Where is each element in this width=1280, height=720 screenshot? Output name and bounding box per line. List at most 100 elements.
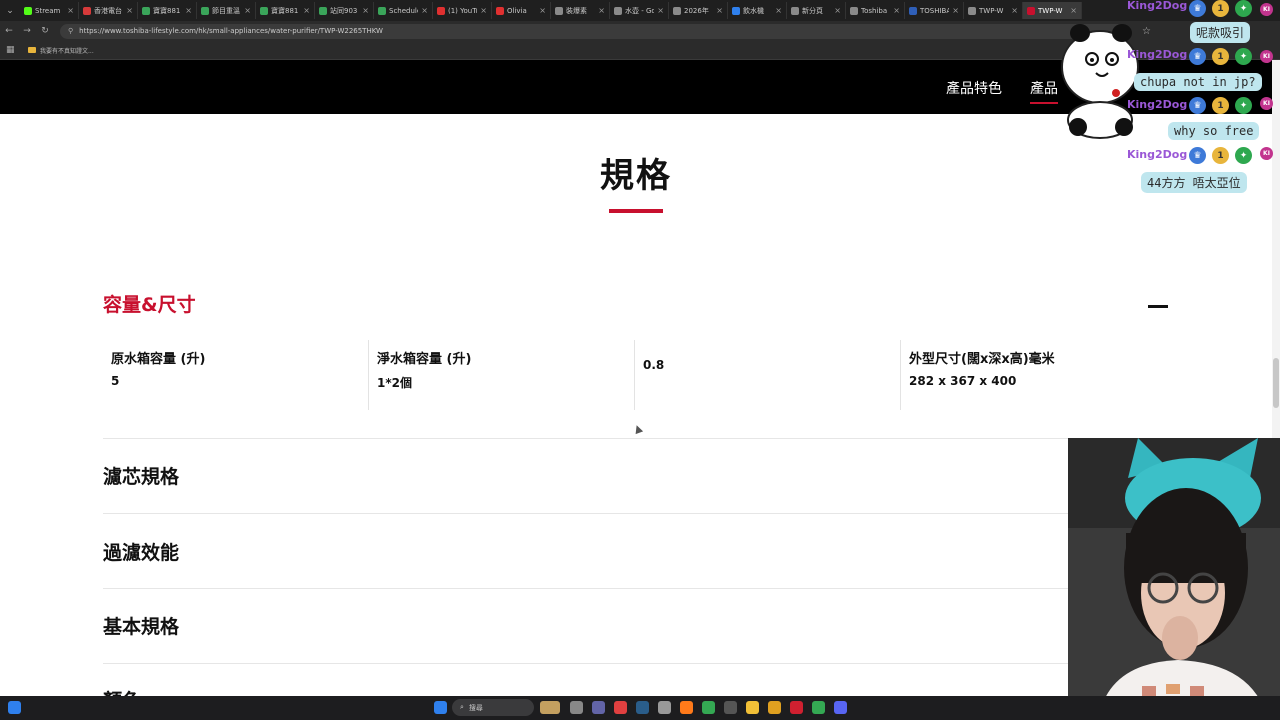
bookmark-item[interactable]: 我要有不真知證文... [28,46,94,55]
browser-tab[interactable]: TOSHIBA × [905,2,964,19]
start-button-icon[interactable] [434,701,447,714]
browser-tab[interactable]: (1) YouTu × [433,2,492,19]
steam-icon[interactable] [636,701,649,714]
tab-close-icon[interactable]: × [657,6,664,15]
crown-badge-icon: ♛ [1189,48,1206,65]
ki-badge-icon: KI [1260,50,1273,63]
rank-badge-icon: 1 [1212,0,1229,17]
spec-cell: 0.8 [635,340,901,410]
tab-title: TOSHIBA [920,6,950,15]
browser-tab[interactable]: Olivia × [492,2,551,19]
collapse-minus-icon[interactable] [1148,299,1168,315]
browser-tab[interactable]: 香港電台 × [79,2,138,19]
apps-grid-icon[interactable]: ▦ [6,45,16,55]
spec-label: 原水箱容量 (升) [111,352,206,367]
firefox-icon[interactable] [680,701,693,714]
chrome-icon[interactable] [702,701,715,714]
rank-badge-icon: 1 [1212,48,1229,65]
tab-close-icon[interactable]: × [893,6,900,15]
nav-product-spec[interactable]: 產品 [1030,78,1058,104]
tab-title: TWP-W [979,6,1004,15]
news-widget-icon[interactable] [540,701,560,714]
app-icon[interactable] [658,701,671,714]
divider [103,663,1170,664]
tab-favicon-icon [496,6,504,15]
chat-username: King2Dog [1127,0,1188,12]
tab-title: 2026年 [684,6,709,15]
tab-favicon-icon [260,6,268,15]
tab-favicon-icon [142,6,150,15]
browser-tab[interactable]: 寶寶881 × [138,2,197,19]
teams-icon[interactable] [592,701,605,714]
scrollbar-thumb[interactable] [1273,358,1279,408]
accordion-filter-spec[interactable]: 濾芯規格 [103,462,179,489]
chat-message: 44方方 唔太亞位 [1141,172,1247,193]
browser-tab[interactable]: 節目重溫 × [197,2,256,19]
tab-close-icon[interactable]: × [185,6,192,15]
tab-title: 香港電台 [94,6,122,15]
taskbar-search[interactable]: ⌕ 搜尋 [452,699,534,716]
tab-close-icon[interactable]: × [539,6,546,15]
gem-badge-icon: ✦ [1235,97,1252,114]
tab-close-icon[interactable]: × [598,6,605,15]
tab-close-icon[interactable]: × [244,6,251,15]
opera-icon[interactable] [790,701,803,714]
tab-close-icon[interactable]: × [362,6,369,15]
tab-close-icon[interactable]: × [126,6,133,15]
site-info-icon[interactable]: ⚲ [68,27,73,35]
reload-icon[interactable]: ↻ [36,26,54,36]
tab-title: Schedule [389,6,419,15]
browser-tab[interactable]: Schedule × [374,2,433,19]
app-icon[interactable] [768,701,781,714]
tab-search-icon[interactable]: ⌄ [0,0,20,21]
widgets-icon[interactable] [8,701,21,714]
bookmark-star-icon[interactable]: ☆ [1142,26,1151,37]
tab-close-icon[interactable]: × [421,6,428,15]
spec-label: 淨水箱容量 (升) [377,352,472,367]
search-label: 搜尋 [468,703,483,712]
url-field[interactable]: ⚲ https://www.toshiba-lifestyle.com/hk/s… [60,23,1130,39]
browser-tab[interactable]: Toshiba × [846,2,905,19]
browser-tab[interactable]: 裝爆素 × [551,2,610,19]
tab-close-icon[interactable]: × [716,6,723,15]
tab-close-icon[interactable]: × [303,6,310,15]
tab-title: Toshiba [861,6,888,15]
back-icon[interactable]: ← [0,26,18,36]
nav-product-features[interactable]: 產品特色 [946,78,1002,98]
tab-title: 新分頁 [802,6,823,15]
tab-close-icon[interactable]: × [952,6,959,15]
discord-icon[interactable] [834,701,847,714]
browser-tab[interactable]: 飲水機 × [728,2,787,19]
accordion-filter-performance[interactable]: 過濾效能 [103,538,179,565]
tab-close-icon[interactable]: × [1070,6,1077,15]
browser-tab[interactable]: 2026年 × [669,2,728,19]
accordion-basic-spec[interactable]: 基本規格 [103,612,179,639]
tab-favicon-icon [614,6,622,15]
spec-cell: 外型尺寸(闊x深x高)毫米 282 x 367 x 400 [901,340,1167,410]
tab-close-icon[interactable]: × [67,6,74,15]
app-icon[interactable] [724,701,737,714]
task-view-icon[interactable] [570,701,583,714]
tab-close-icon[interactable]: × [775,6,782,15]
browser-tab[interactable]: TWP-W × [964,2,1023,19]
chrome-icon[interactable] [812,701,825,714]
browser-tab[interactable]: 站同903 × [315,2,374,19]
file-explorer-icon[interactable] [746,701,759,714]
title-underline [609,209,663,213]
browser-tab[interactable]: Stream × [20,2,79,19]
tab-close-icon[interactable]: × [834,6,841,15]
tab-title: 飲水機 [743,6,764,15]
tab-title: (1) YouTu [448,6,478,15]
chat-username: King2Dog [1127,98,1188,111]
divider [103,438,1170,439]
forward-icon[interactable]: → [18,26,36,36]
panda-mascot-icon [1061,24,1139,139]
accordion-capacity-size-title[interactable]: 容量&尺寸 [103,290,196,317]
spec-cell: 原水箱容量 (升) 5 [103,340,369,410]
tab-close-icon[interactable]: × [1011,6,1018,15]
browser-tab[interactable]: 新分頁 × [787,2,846,19]
app-icon[interactable] [614,701,627,714]
browser-tab[interactable]: 寶寶881 × [256,2,315,19]
tab-close-icon[interactable]: × [480,6,487,15]
browser-tab[interactable]: 水壺 - Go × [610,2,669,19]
